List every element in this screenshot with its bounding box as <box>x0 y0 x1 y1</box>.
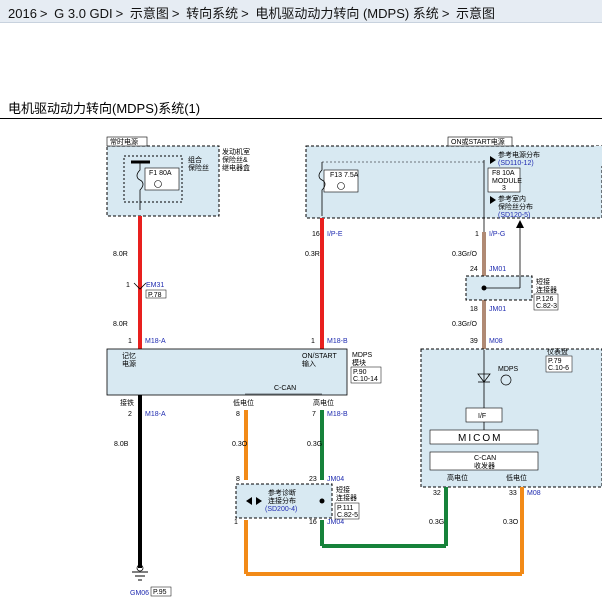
gm06-label: GM06 <box>130 590 149 597</box>
wire-03o-label-b: 0.3O <box>503 519 519 526</box>
module-label: MODULE <box>492 178 522 185</box>
jm04-connector-a: JM04 <box>327 476 344 483</box>
jm04-pin1: 1 <box>234 519 238 526</box>
f13-fuse-label: F13 7.5A <box>330 172 359 179</box>
cluster-pin32: 32 <box>433 490 441 497</box>
short-conn-b-1: 短接 <box>336 485 350 494</box>
wire-03gro-label-b: 0.3Gr/O <box>452 321 477 328</box>
ref-power-dist-code: (SD110-12) <box>498 160 534 167</box>
cluster-label: 仪表盘 <box>547 347 568 356</box>
can-low-pin8: 8 <box>236 411 240 418</box>
m08-connector: M08 <box>489 338 503 345</box>
high-level-label: 高电位 <box>313 398 334 407</box>
engine-box-label-1: 发动机室 <box>222 147 250 156</box>
m18b-pin: 1 <box>311 338 315 345</box>
can-high-pin7: 7 <box>312 411 316 418</box>
ref-diag-2: 连接分布 <box>268 496 296 505</box>
jm01-connector-a: JM01 <box>489 266 506 273</box>
transceiver-label: 收发器 <box>474 461 495 470</box>
cl-high-label: 高电位 <box>447 473 468 482</box>
short-conn-label-1: 短接 <box>536 277 550 286</box>
f8-fuse-label: F8 10A <box>492 170 515 177</box>
ip-e-connector: I/P-E <box>327 231 343 238</box>
jm01-connector-b: JM01 <box>489 306 506 313</box>
c825-ref: C.82-5 <box>337 512 358 519</box>
on-start-label: ON或START电源 <box>451 137 505 146</box>
p126-ref: P.126 <box>536 296 553 303</box>
m18a-connector: M18-A <box>145 338 166 345</box>
fusible-link-label-1: 组合 <box>188 155 202 164</box>
memory-power-2: 电源 <box>122 359 136 368</box>
jm04-connector-b: JM04 <box>327 519 344 526</box>
m18a-pin2: 2 <box>128 411 132 418</box>
ground-symbol-icon <box>132 571 148 581</box>
on-start-input-2: 输入 <box>302 359 316 368</box>
m18b-connector-b: M18-B <box>327 411 348 418</box>
low-level-label: 低电位 <box>233 398 254 407</box>
ref-diag-1: 参考诊断 <box>268 488 296 497</box>
ref-power-dist: 参考电源分布 <box>498 150 540 159</box>
cl-low-label: 低电位 <box>506 473 527 482</box>
fusible-link-label-2: 保险丝 <box>188 163 209 172</box>
jm01-pin24: 24 <box>470 266 478 273</box>
box-edge-label <box>596 146 602 166</box>
c1014-ref: C.10-14 <box>353 376 378 383</box>
ccan-box-label: C-CAN <box>474 455 496 462</box>
m08-pin39: 39 <box>470 338 478 345</box>
ref-fuse-dist-code: (SD120-5) <box>498 212 530 219</box>
c823-ref: C.82-3 <box>536 303 557 310</box>
wire-03o-label: 0.3O <box>232 441 248 448</box>
ccan-label: C-CAN <box>274 385 296 392</box>
short-conn-label-2: 连接器 <box>536 285 557 294</box>
ref-indoor: 参考室内 <box>498 194 526 203</box>
short-conn-b-2: 连接器 <box>336 493 357 502</box>
p79-ref: P.79 <box>548 358 562 365</box>
engine-box-label-2: 保险丝& <box>222 155 248 164</box>
jm01-pin18: 18 <box>470 306 478 313</box>
wiring-diagram: 常时电源 发动机室 保险丝& 继电器盒 组合 保险丝 F1 80A 8.0R 1… <box>106 136 602 597</box>
wire-8r-label: 8.0R <box>113 251 128 258</box>
micom-label: MICOM <box>458 433 502 444</box>
em31-connector: EM31 <box>146 282 164 289</box>
wire-03g-label-b: 0.3G <box>429 519 444 526</box>
cluster-pin33: 33 <box>509 490 517 497</box>
m18a-connector-b: M18-A <box>145 411 166 418</box>
mdps-lamp-label: MDPS <box>498 366 519 373</box>
mdps-module-label-2: 模块 <box>352 358 366 367</box>
ref-fuse-dist: 保险丝分布 <box>498 202 533 211</box>
em31-pin: 1 <box>126 282 130 289</box>
wire-8r-label-b: 8.0R <box>113 321 128 328</box>
can-low-pin8-b: 8 <box>236 476 240 483</box>
mdps-module-label-1: MDPS <box>352 352 373 359</box>
wire-03gro-label: 0.3Gr/O <box>452 251 477 258</box>
wire-03r-label: 0.3R <box>305 251 320 258</box>
ip-e-pin: 16 <box>312 231 320 238</box>
c106-ref: C.10-6 <box>548 365 569 372</box>
p78-ref: P.78 <box>148 292 162 299</box>
on-start-input-1: ON/START <box>302 353 337 360</box>
jm04-pin23: 23 <box>309 476 317 483</box>
arrow-up-icon <box>516 220 524 228</box>
p111-ref: P.111 <box>337 505 353 512</box>
sd2004-code: (SD200-4) <box>265 506 297 513</box>
wire-8b-label: 8.0B <box>114 441 129 448</box>
wire-03g-label: 0.3G <box>307 441 322 448</box>
engine-box-label-3: 继电器盒 <box>222 163 250 172</box>
m18a-pin: 1 <box>128 338 132 345</box>
if-label: I/F <box>478 413 486 420</box>
ground-label: 接铁 <box>120 398 134 407</box>
module-num: 3 <box>502 185 506 192</box>
m18b-connector: M18-B <box>327 338 348 345</box>
memory-power-1: 记忆 <box>122 351 136 360</box>
ip-g-pin: 1 <box>475 231 479 238</box>
p90-ref: P.90 <box>353 369 367 376</box>
m08-connector-b: M08 <box>527 490 541 497</box>
splice-dot <box>319 498 325 504</box>
ip-g-connector: I/P-G <box>489 231 505 238</box>
jm04-pin16: 16 <box>309 519 317 526</box>
hot-power-label: 常时电源 <box>110 137 138 146</box>
p95-ref: P.95 <box>153 589 167 596</box>
f1-fuse-label: F1 80A <box>149 170 172 177</box>
